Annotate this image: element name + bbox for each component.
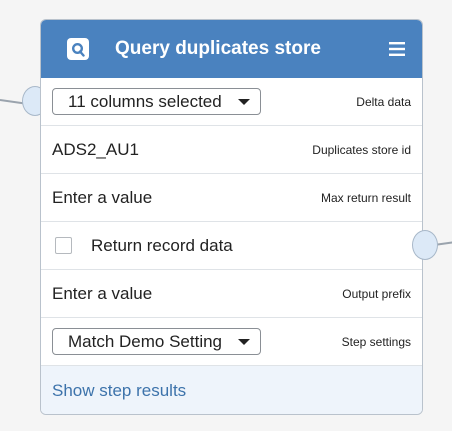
return-record-data-label[interactable]: Return record data: [91, 236, 233, 256]
output-prefix-input[interactable]: Enter a value: [52, 284, 152, 304]
delta-data-label: Delta data: [356, 94, 411, 109]
query-magnifier-icon: [67, 38, 89, 60]
workflow-canvas: Query duplicates store 11 columns select…: [0, 0, 452, 431]
row-delta-data: 11 columns selected Delta data: [41, 78, 422, 126]
step-settings-select[interactable]: Match Demo Setting: [52, 328, 262, 355]
max-return-result-input[interactable]: Enter a value: [52, 188, 152, 208]
row-max-return-result[interactable]: Enter a value Max return result: [41, 174, 422, 222]
hamburger-menu-icon[interactable]: [386, 40, 408, 58]
output-prefix-label: Output prefix: [342, 286, 411, 301]
row-return-record-data[interactable]: Return record data: [41, 222, 422, 270]
show-step-results-link[interactable]: Show step results: [52, 381, 186, 401]
chevron-down-icon: [237, 98, 250, 105]
row-duplicates-store-id[interactable]: ADS2_AU1 Duplicates store id: [41, 126, 422, 174]
node-footer: Show step results: [41, 366, 422, 414]
delta-data-select[interactable]: 11 columns selected: [52, 88, 261, 115]
output-port[interactable]: [412, 230, 438, 260]
return-record-data-checkbox[interactable]: [55, 237, 72, 254]
node-title: Query duplicates store: [115, 38, 321, 59]
row-output-prefix[interactable]: Enter a value Output prefix: [41, 270, 422, 318]
delta-data-select-value: 11 columns selected: [68, 91, 222, 111]
step-settings-label: Step settings: [341, 334, 411, 349]
step-settings-select-value: Match Demo Setting: [68, 331, 223, 351]
duplicates-store-id-label: Duplicates store id: [312, 142, 411, 157]
node-header[interactable]: Query duplicates store: [41, 20, 422, 78]
chevron-down-icon: [238, 338, 251, 345]
row-step-settings: Match Demo Setting Step settings: [41, 318, 422, 366]
workflow-step-node[interactable]: Query duplicates store 11 columns select…: [40, 19, 423, 415]
max-return-result-label: Max return result: [320, 190, 411, 205]
duplicates-store-id-value[interactable]: ADS2_AU1: [52, 140, 139, 160]
